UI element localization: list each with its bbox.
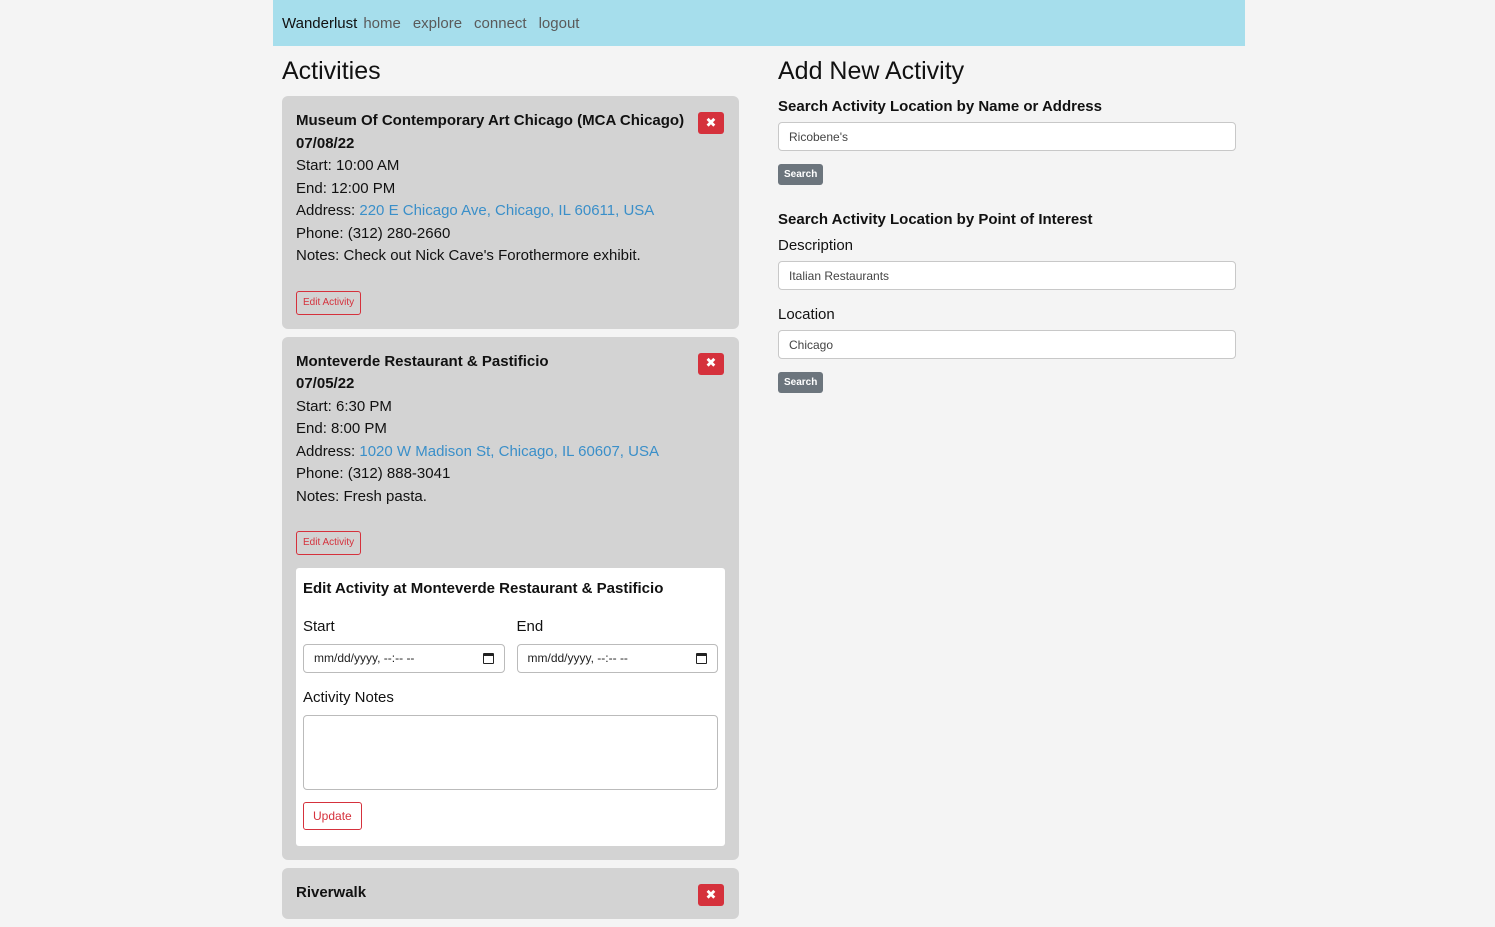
start-label: Start (303, 618, 335, 635)
activity-address: Address: 220 E Chicago Ave, Chicago, IL … (296, 200, 725, 223)
activity-card: ✖ Riverwalk (282, 868, 739, 919)
activity-notes-label: Activity Notes (303, 689, 394, 706)
add-activity-title: Add New Activity (778, 57, 965, 85)
location-label: Location (778, 306, 835, 323)
close-icon: ✖ (705, 355, 717, 371)
address-link[interactable]: 220 E Chicago Ave, Chicago, IL 60611, US… (359, 202, 654, 219)
activity-date: 07/05/22 (296, 375, 355, 392)
start-end-row: Start mm/dd/yyyy, --:-- -- End mm/dd/yyy… (303, 616, 718, 673)
address-label: Address: (296, 202, 360, 219)
activity-phone: Phone: (312) 888-3041 (296, 465, 451, 482)
nav-explore-link[interactable]: explore (413, 15, 462, 32)
address-label: Address: (296, 442, 360, 460)
activity-start: Start: 6:30 PM (296, 397, 392, 415)
activity-phone: Phone: (312) 280-2660 (296, 224, 451, 242)
search-by-poi-label: Search Activity Location by Point of Int… (778, 211, 1093, 228)
delete-activity-button[interactable]: ✖ (698, 884, 724, 906)
calendar-icon[interactable] (696, 653, 707, 664)
brand-link[interactable]: Wanderlust (282, 15, 357, 32)
activity-end: End: 8:00 PM (296, 420, 387, 437)
activity-notes: Notes: Fresh pasta. (296, 487, 427, 505)
activity-notes: Notes: Check out Nick Cave's Forothermor… (296, 247, 641, 264)
search-by-poi-button[interactable]: Search (778, 372, 824, 393)
update-button[interactable]: Update (303, 802, 362, 830)
edit-panel-title: Edit Activity at Monteverde Restaurant &… (303, 580, 664, 597)
search-by-name-button[interactable]: Search (778, 164, 824, 185)
activity-start: Start: 10:00 AM (296, 157, 400, 174)
activity-card: ✖ Museum Of Contemporary Art Chicago (MC… (282, 96, 739, 329)
edit-activity-panel: Edit Activity at Monteverde Restaurant &… (296, 568, 725, 846)
close-icon: ✖ (705, 886, 717, 902)
edit-activity-button[interactable]: Edit Activity (296, 290, 362, 315)
navbar: Wanderlust home explore connect logout (273, 0, 1245, 46)
activity-notes-textarea[interactable] (303, 715, 718, 790)
end-datetime-input[interactable]: mm/dd/yyyy, --:-- -- (516, 644, 718, 673)
activity-name: Monteverde Restaurant & Pastificio (296, 352, 549, 370)
description-input[interactable] (778, 261, 1236, 290)
nav-home-link[interactable]: home (363, 15, 401, 32)
activity-date: 07/08/22 (296, 134, 355, 152)
address-link[interactable]: 1020 W Madison St, Chicago, IL 60607, US… (359, 443, 659, 460)
search-by-name-label: Search Activity Location by Name or Addr… (778, 98, 1102, 115)
activity-name: Riverwalk (296, 884, 367, 901)
location-input[interactable] (778, 330, 1236, 359)
activity-card: ✖ Monteverde Restaurant & Pastificio 07/… (282, 336, 739, 860)
add-activity-column: Add New Activity Search Activity Locatio… (778, 56, 1236, 393)
edit-activity-button[interactable]: Edit Activity (296, 531, 362, 555)
activity-address: Address: 1020 W Madison St, Chicago, IL … (296, 441, 725, 464)
end-label: End (516, 618, 544, 635)
search-by-name-input[interactable] (778, 122, 1236, 151)
nav-connect-link[interactable]: connect (474, 15, 527, 32)
calendar-icon[interactable] (482, 653, 494, 664)
description-label: Description (778, 237, 854, 254)
end-datetime-value: mm/dd/yyyy, --:-- -- (527, 651, 628, 666)
activity-end: End: 12:00 PM (296, 179, 396, 197)
end-field-group: End mm/dd/yyyy, --:-- -- (516, 616, 718, 673)
activities-column: Activities ✖ Museum Of Contemporary Art … (282, 56, 739, 927)
start-datetime-input[interactable]: mm/dd/yyyy, --:-- -- (303, 644, 505, 673)
activities-title: Activities (282, 57, 381, 85)
nav-logout-link[interactable]: logout (539, 15, 580, 32)
delete-activity-button[interactable]: ✖ (698, 352, 724, 375)
start-datetime-value: mm/dd/yyyy, --:-- -- (314, 651, 415, 666)
delete-activity-button[interactable]: ✖ (698, 112, 724, 134)
close-icon: ✖ (705, 114, 717, 130)
activity-name: Museum Of Contemporary Art Chicago (MCA … (296, 112, 685, 129)
start-field-group: Start mm/dd/yyyy, --:-- -- (303, 616, 505, 673)
